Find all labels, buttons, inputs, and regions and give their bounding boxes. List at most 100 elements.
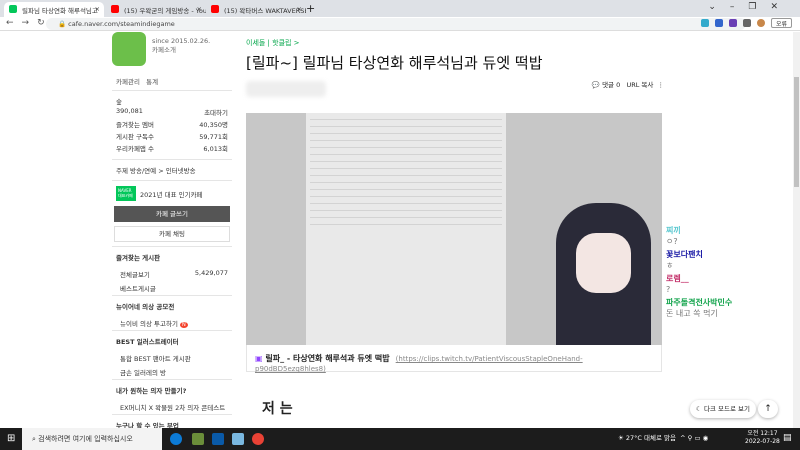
comment-count: 댓글 0	[602, 81, 621, 89]
character-face	[576, 233, 631, 293]
board-group-header[interactable]: BEST 일러스트레이터	[112, 330, 232, 351]
label: 즐겨찾는 멤버	[116, 121, 154, 129]
new-badge-icon: N	[180, 322, 188, 328]
member-count[interactable]: 390,081	[116, 107, 143, 117]
scrollbar[interactable]	[793, 32, 800, 428]
extensions: 오류	[700, 18, 792, 28]
close-icon[interactable]: ×	[95, 5, 100, 13]
chat-text: ㅇ?	[666, 237, 678, 246]
taskbar-search[interactable]: ⌕ 검색하려면 여기에 입력하십시오	[22, 428, 162, 450]
weather-widget[interactable]: ☀ 27°C 대체로 맑음 ^ ⚲ ▭ ◉	[618, 432, 708, 442]
cafe-logo[interactable]	[112, 32, 146, 66]
clock[interactable]: 오전 12:17 2022-07-28	[745, 430, 780, 446]
tab-cafe[interactable]: 릴파님 타상연화 해루석님고 ×	[4, 2, 104, 17]
minecraft-icon[interactable]	[192, 433, 204, 445]
scrollbar-thumb[interactable]	[794, 77, 799, 187]
new-tab-button[interactable]: +	[306, 2, 315, 15]
board-label: 전체글보기	[120, 271, 150, 279]
extension-icon[interactable]	[714, 19, 723, 27]
cafe-sidebar: since 2015.02.26. 카페소개 카페관리 통계 숲 390,081 초…	[112, 32, 232, 449]
board-label: 통합 BEST 팬아트 게시판	[120, 355, 191, 363]
cafe-manage-link[interactable]: 카페관리	[116, 78, 140, 86]
tab-youtube-2[interactable]: (15) 왁타버스 WAKTAVERSE - Yo×	[206, 2, 306, 17]
edge-icon[interactable]	[170, 433, 182, 445]
window-controls[interactable]: ⌄–❐✕	[708, 2, 792, 12]
windows-start-icon[interactable]: ⊞	[7, 433, 15, 444]
date: 2022-07-28	[745, 438, 780, 445]
board-item[interactable]: EX머니치 X 왁물원 2차 의자 콘테스트	[112, 400, 232, 414]
video-thumbnail[interactable]	[246, 113, 662, 345]
screenshot-panel	[306, 113, 506, 345]
close-icon[interactable]: ×	[197, 5, 202, 13]
cafe-intro-link[interactable]: 카페소개	[152, 46, 210, 55]
board-item[interactable]: 전체글보기 5,429,077	[112, 267, 232, 281]
board-item[interactable]: 베스트게시글	[112, 281, 232, 295]
invite-link[interactable]: 초대하기	[204, 107, 228, 117]
board-group-header[interactable]: 내가 원하는 의자 만들기?	[112, 379, 232, 400]
chat-message: 파주돌격전사박민수 돈 내고 쏙 먹기	[666, 297, 794, 319]
board-label: 베스트게시글	[120, 285, 156, 293]
weather-text: 27°C 대체로 맑음	[625, 434, 676, 442]
cafe-topic: 주제 방송/연예 > 인터넷방송	[112, 159, 232, 180]
board-group-header[interactable]: 뉴이어네 의상 공모전	[112, 295, 232, 316]
avatar[interactable]	[756, 19, 765, 27]
app-icon[interactable]	[232, 433, 244, 445]
address-bar-row: ←→↻ 🔒 cafe.naver.com/steamindiegame 오류	[0, 17, 800, 31]
cafe-chat-button[interactable]: 카페 채팅	[114, 226, 230, 242]
board-item[interactable]: 금손 일러레의 방	[112, 365, 232, 379]
url-input[interactable]: 🔒 cafe.naver.com/steamindiegame	[46, 18, 746, 30]
tab-title: (15) 왁타버스 WAKTAVERSE - Yo	[224, 7, 306, 15]
write-post-button[interactable]: 카페 글쓰기	[114, 206, 230, 222]
notification-icon[interactable]: ▤	[783, 433, 792, 443]
time: 오전 12:17	[747, 430, 778, 437]
chat-overlay: 찌끼 ㅇ? 꽃보다팬치 ㅎ 로렘__? 파주돌격전사박민수 돈 내고 쏙 먹기	[666, 225, 794, 321]
chat-username[interactable]: 꽃보다팬치	[666, 249, 794, 260]
scroll-top-button[interactable]: ↑	[758, 400, 778, 418]
tab-bar: 릴파님 타상연화 해루석님고 × (15) 우왁굳의 게임방송 - YouTu × …	[0, 0, 800, 17]
taskbar: ⊞ ⌕ 검색하려면 여기에 입력하십시오 ☀ 27°C 대체로 맑음 ^ ⚲ ▭…	[0, 428, 800, 450]
tab-title: (15) 우왁굳의 게임방송 - YouTu	[124, 7, 206, 15]
label: 게시판 구독수	[116, 133, 154, 141]
chat-text: ?	[666, 285, 671, 294]
stats-link[interactable]: 통계	[146, 78, 158, 86]
value: 6,013회	[203, 145, 228, 153]
label: 우리카페앱 수	[116, 145, 154, 153]
board-group-header[interactable]: 즐겨찾는 게시판	[112, 246, 232, 267]
tab-title: 릴파님 타상연화 해루석님고	[22, 7, 98, 15]
breadcrumb[interactable]: 이세돌 | 핫클립 >	[246, 38, 664, 48]
extension-icon[interactable]	[700, 19, 709, 27]
url-copy-button[interactable]: URL 복사	[626, 81, 653, 89]
chat-username[interactable]: 로렘__	[666, 273, 794, 284]
twitch-icon: ▣	[255, 354, 263, 363]
board-item[interactable]: 통합 BEST 팬아트 게시판	[112, 351, 232, 365]
puzzle-icon[interactable]	[742, 19, 751, 27]
board-label: EX머니치 X 왁물원 2차 의자 콘테스트	[120, 404, 226, 412]
cafe-level: 숲	[116, 98, 122, 106]
url-text: cafe.naver.com/steamindiegame	[68, 20, 175, 28]
extension-icon[interactable]	[728, 19, 737, 27]
vegas-icon[interactable]	[212, 433, 224, 445]
board-item[interactable]: 뉴이비 의상 투고하기 N	[112, 316, 232, 330]
youtube-icon	[211, 5, 219, 13]
article-title: [릴파~] 릴파님 타상연화 해루석님과 듀엣 떡밥	[246, 54, 543, 72]
chat-text: ㅎ	[666, 261, 674, 270]
youtube-icon	[111, 5, 119, 13]
value: 40,350명	[199, 121, 228, 129]
since-date: since 2015.02.26.	[152, 37, 211, 45]
chrome-icon[interactable]	[252, 433, 264, 445]
board-label: 금손 일러레의 방	[120, 369, 166, 377]
chat-username[interactable]: 찌끼	[666, 225, 794, 236]
clip-title: 릴파_ - 타상연화 해루석과 듀엣 떡밥	[265, 354, 390, 363]
article: 이세돌 | 핫클립 > [릴파~] 릴파님 타상연화 해루석님과 듀엣 떡밥 💬…	[246, 38, 664, 103]
naver-cafe-icon	[9, 5, 17, 13]
board-label: 뉴이비 의상 투고하기	[120, 320, 178, 328]
tab-youtube-1[interactable]: (15) 우왁굳의 게임방송 - YouTu ×	[106, 2, 206, 17]
chat-username[interactable]: 파주돌격전사박민수	[666, 297, 794, 308]
comment-button[interactable]: 💬 댓글 0	[592, 81, 620, 89]
profile-button[interactable]: 오류	[770, 18, 792, 28]
dark-mode-button[interactable]: ☾ 다크 모드로 보기	[690, 400, 756, 418]
chat-message: 로렘__?	[666, 273, 794, 295]
close-icon[interactable]: ×	[297, 5, 302, 13]
drawing-text: 저 는	[262, 401, 293, 417]
board-count: 5,429,077	[194, 269, 228, 277]
